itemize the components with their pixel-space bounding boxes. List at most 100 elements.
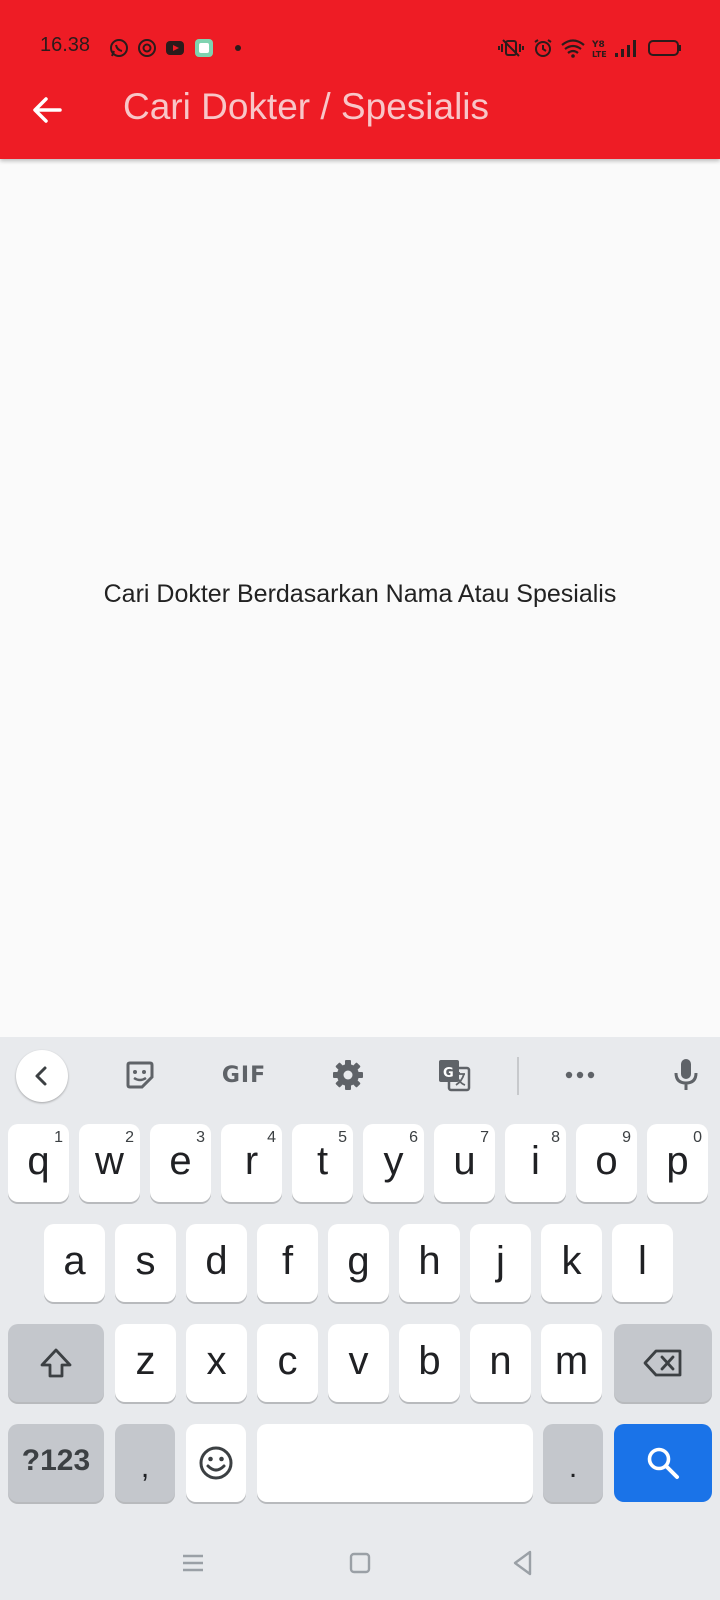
key-label: m	[554, 1338, 589, 1383]
search-hint-text: Cari Dokter Berdasarkan Nama Atau Spesia…	[103, 580, 617, 608]
key-v[interactable]: v	[328, 1324, 389, 1402]
youtube-icon	[166, 41, 184, 55]
sticker-button[interactable]	[116, 1051, 164, 1099]
translate-icon: G	[439, 1060, 471, 1092]
key-number-hint: 9	[622, 1129, 631, 1146]
svg-text:G: G	[443, 1066, 454, 1081]
key-label: g	[347, 1238, 370, 1283]
home-nav-icon[interactable]	[343, 1546, 377, 1580]
key-m[interactable]: m	[541, 1324, 602, 1402]
volte-icon: Y8 LTE	[592, 40, 607, 58]
keyboard-settings-button[interactable]	[324, 1051, 372, 1099]
backspace-icon	[643, 1349, 682, 1377]
whatsapp-icon	[110, 39, 128, 57]
search-enter-key[interactable]	[614, 1424, 712, 1502]
key-w[interactable]: w2	[79, 1124, 140, 1202]
gif-label: GIF	[221, 1062, 267, 1088]
key-label: j	[496, 1238, 505, 1283]
key-f[interactable]: f	[257, 1224, 318, 1302]
key-label: w	[95, 1138, 124, 1183]
key-label: i	[531, 1138, 540, 1183]
key-h[interactable]: h	[399, 1224, 460, 1302]
back-nav-icon[interactable]	[506, 1546, 540, 1580]
translate-button[interactable]: G	[430, 1051, 478, 1099]
key-label: n	[489, 1338, 512, 1383]
key-number-hint: 3	[196, 1129, 205, 1146]
backspace-key[interactable]	[614, 1324, 712, 1402]
key-n[interactable]: n	[470, 1324, 531, 1402]
key-u[interactable]: u7	[434, 1124, 495, 1202]
key-label: u	[453, 1138, 476, 1183]
key-p[interactable]: p0	[647, 1124, 708, 1202]
search-icon	[647, 1447, 679, 1479]
key-label: s	[135, 1238, 156, 1283]
svg-text:Y8: Y8	[592, 40, 605, 50]
symbols-key[interactable]: ?123	[8, 1424, 104, 1502]
gif-button[interactable]: GIF	[214, 1051, 274, 1099]
comma-label: ,	[140, 1451, 150, 1484]
key-e[interactable]: e3	[150, 1124, 211, 1202]
app-bar: 16.38 Y8 LTE Cari Dokter / Spesialis	[0, 0, 720, 159]
status-bar: 16.38 Y8 LTE	[0, 26, 720, 66]
symbols-label: ?123	[21, 1444, 91, 1477]
period-label: .	[568, 1451, 578, 1484]
mic-icon	[674, 1059, 698, 1090]
keyboard-toolbar: GIF G	[0, 1037, 720, 1115]
comma-key[interactable]: ,	[115, 1424, 175, 1502]
key-label: p	[666, 1138, 689, 1183]
key-number-hint: 4	[267, 1129, 276, 1146]
chevron-left-icon	[35, 1066, 47, 1086]
emoji-key[interactable]	[186, 1424, 246, 1502]
key-g[interactable]: g	[328, 1224, 389, 1302]
key-d[interactable]: d	[186, 1224, 247, 1302]
space-key[interactable]	[257, 1424, 533, 1502]
voice-input-button[interactable]	[662, 1051, 710, 1099]
key-k[interactable]: k	[541, 1224, 602, 1302]
status-time: 16.38	[40, 34, 91, 56]
collapse-keyboard-button[interactable]	[16, 1050, 68, 1102]
key-number-hint: 1	[54, 1129, 63, 1146]
key-label: f	[281, 1238, 294, 1283]
wifi-icon	[561, 39, 585, 58]
key-number-hint: 2	[125, 1129, 134, 1146]
key-z[interactable]: z	[115, 1324, 176, 1402]
key-q[interactable]: q1	[8, 1124, 69, 1202]
key-number-hint: 5	[338, 1129, 347, 1146]
key-label: l	[638, 1238, 647, 1283]
key-x[interactable]: x	[186, 1324, 247, 1402]
gear-icon	[333, 1060, 363, 1090]
period-key[interactable]: .	[543, 1424, 603, 1502]
key-number-hint: 7	[480, 1129, 489, 1146]
key-label: c	[277, 1338, 298, 1383]
more-options-button[interactable]	[556, 1051, 604, 1099]
app-icon	[195, 39, 213, 57]
key-label: v	[348, 1338, 369, 1383]
key-c[interactable]: c	[257, 1324, 318, 1402]
key-label: t	[316, 1138, 329, 1183]
key-label: e	[169, 1138, 192, 1183]
vibrate-icon	[498, 39, 524, 57]
key-j[interactable]: j	[470, 1224, 531, 1302]
key-s[interactable]: s	[115, 1224, 176, 1302]
shift-key[interactable]	[8, 1324, 104, 1402]
key-i[interactable]: i8	[505, 1124, 566, 1202]
alarm-icon	[534, 39, 552, 57]
menu-nav-icon[interactable]	[176, 1546, 210, 1580]
threads-icon	[138, 39, 156, 57]
key-b[interactable]: b	[399, 1324, 460, 1402]
back-arrow-icon[interactable]	[30, 92, 66, 128]
dot-icon	[235, 45, 241, 51]
key-label: k	[561, 1238, 582, 1283]
key-l[interactable]: l	[612, 1224, 673, 1302]
key-y[interactable]: y6	[363, 1124, 424, 1202]
toolbar-divider	[517, 1057, 519, 1095]
emoji-icon	[199, 1446, 233, 1480]
key-r[interactable]: r4	[221, 1124, 282, 1202]
key-t[interactable]: t5	[292, 1124, 353, 1202]
key-label: q	[27, 1138, 50, 1183]
shift-icon	[40, 1348, 72, 1378]
key-a[interactable]: a	[44, 1224, 105, 1302]
key-o[interactable]: o9	[576, 1124, 637, 1202]
key-label: y	[383, 1138, 404, 1183]
key-label: b	[418, 1338, 441, 1383]
